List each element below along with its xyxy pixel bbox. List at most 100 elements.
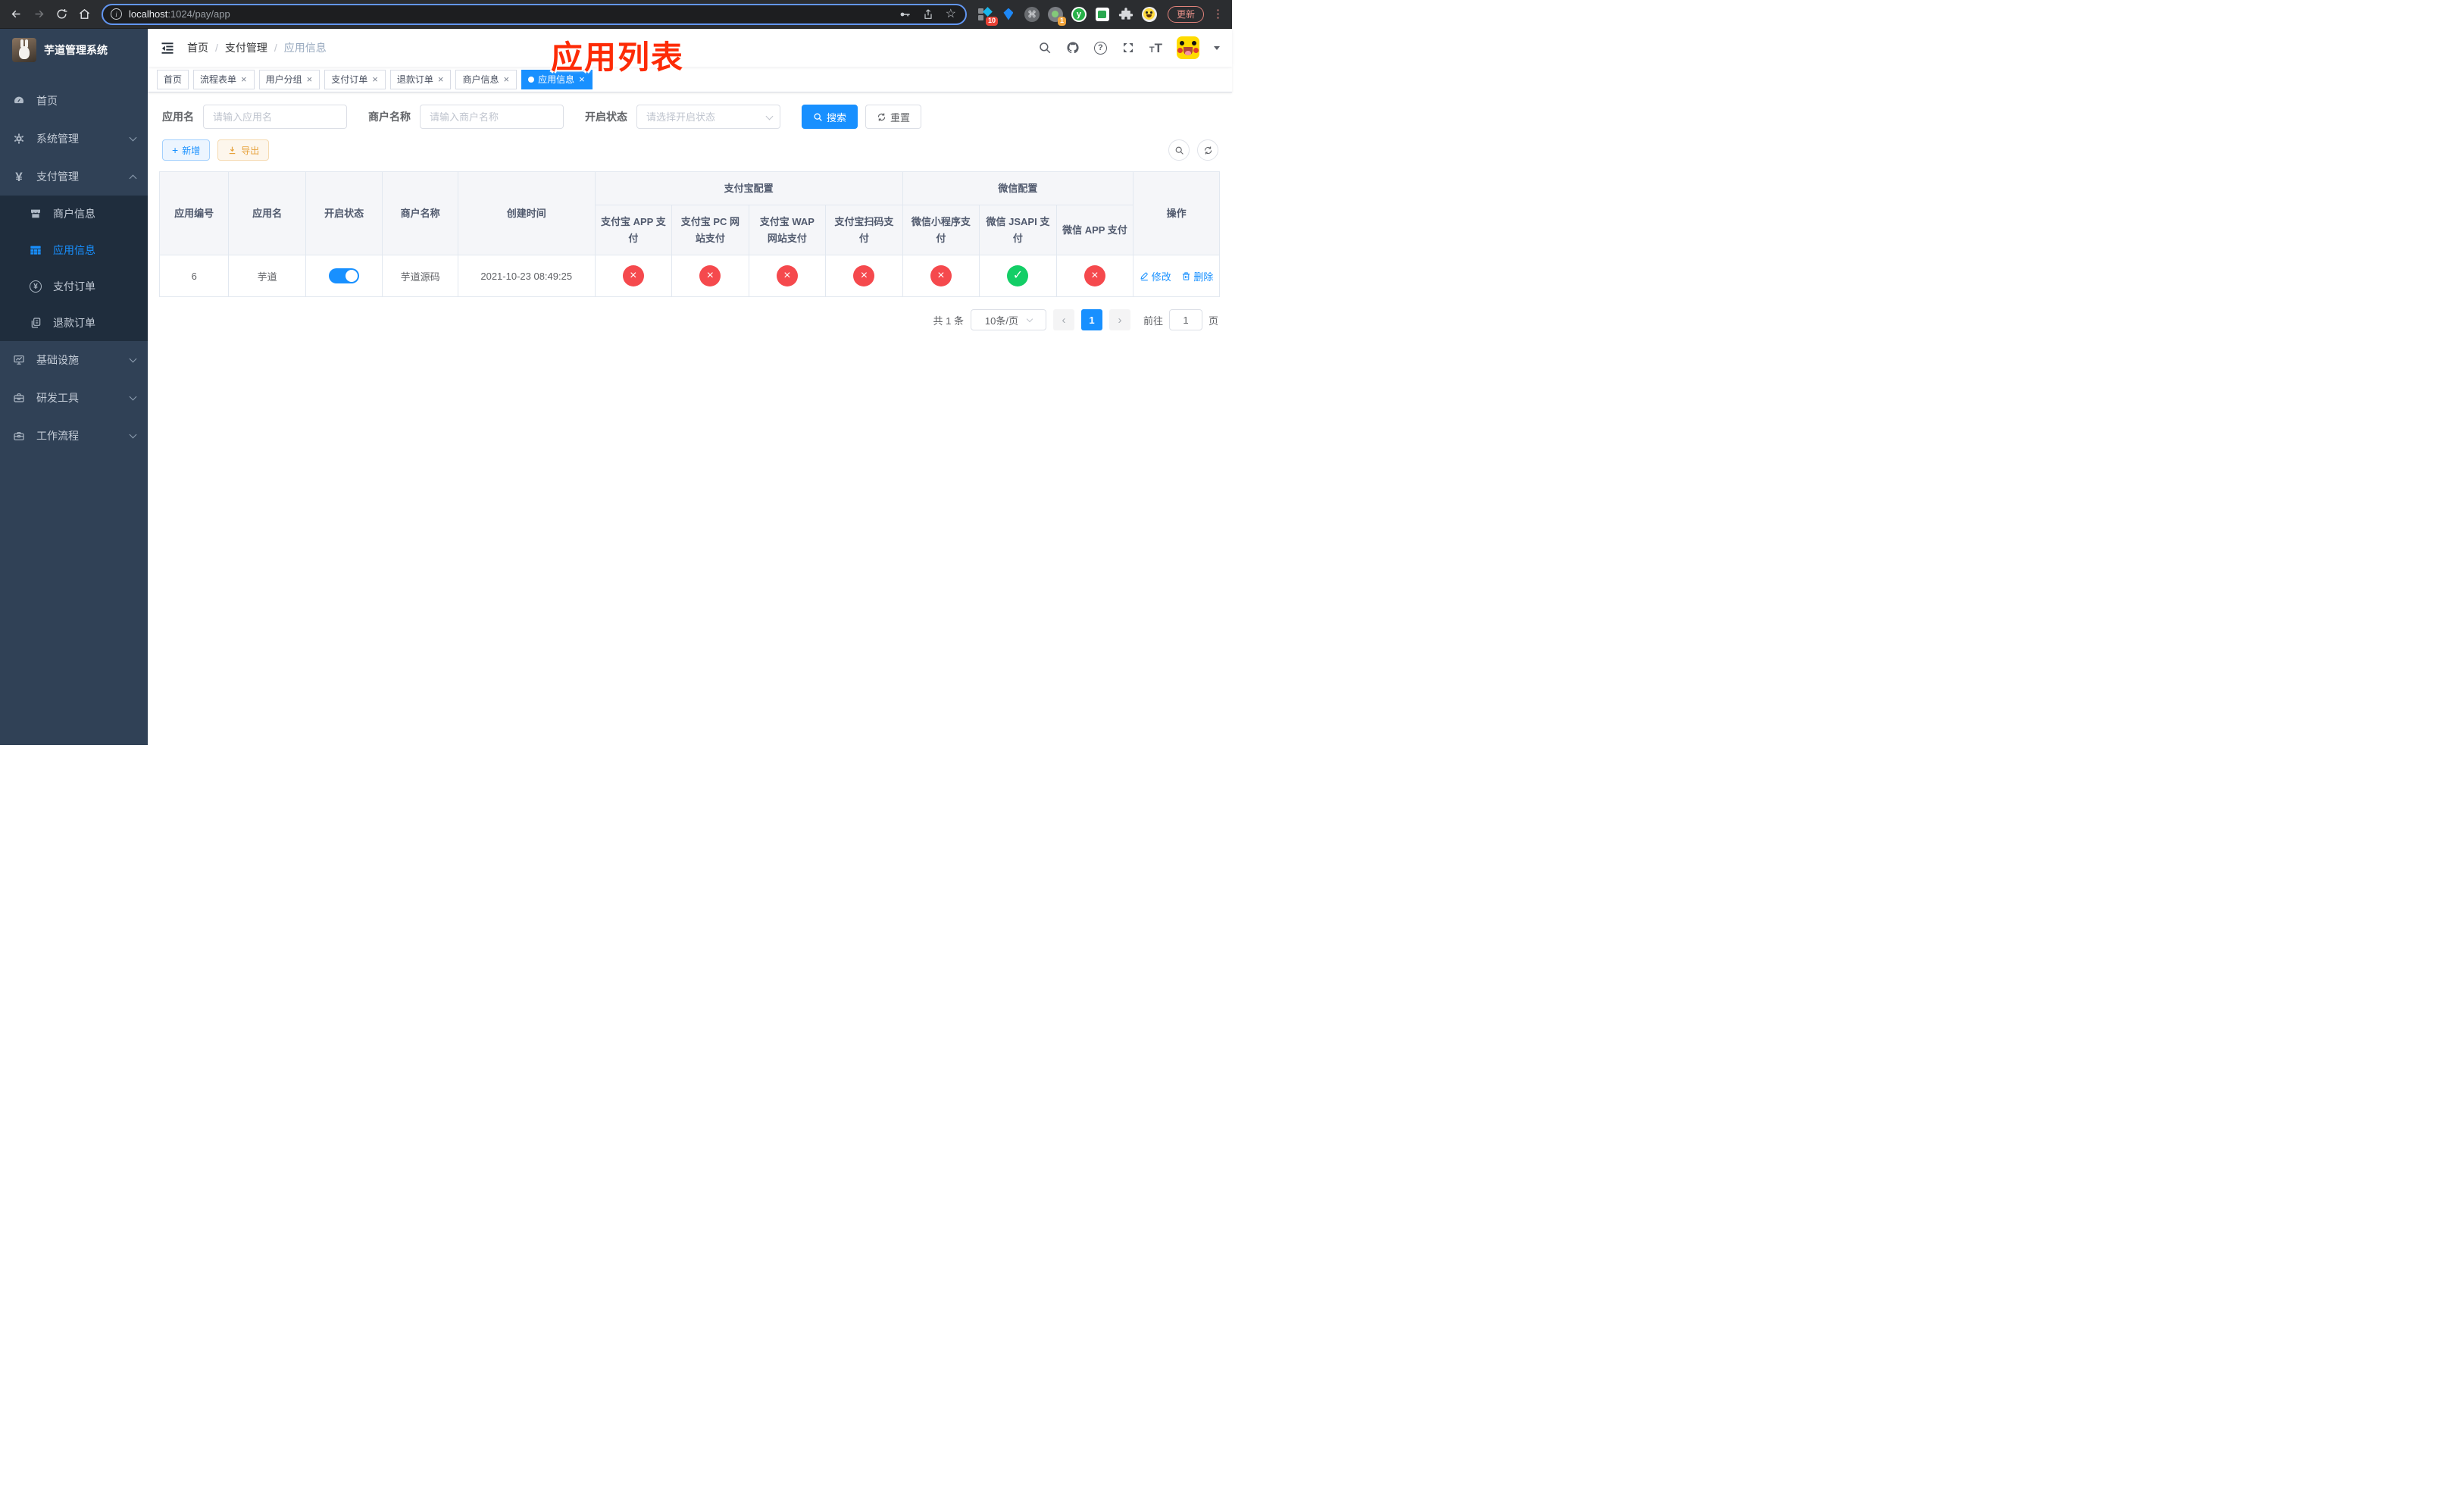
browser-home-button[interactable] bbox=[73, 3, 95, 26]
app-name-input[interactable] bbox=[203, 105, 347, 129]
close-icon[interactable]: × bbox=[578, 74, 586, 84]
app-table: 应用编号 应用名 开启状态 商户名称 创建时间 支付宝配置 微信配置 操作 支付… bbox=[158, 171, 1220, 297]
sidebar-item-merchant-info[interactable]: 商户信息 bbox=[0, 196, 148, 232]
tag-pay-orders[interactable]: 支付订单 × bbox=[324, 69, 386, 89]
dashboard-icon bbox=[12, 94, 26, 108]
export-button[interactable]: 导出 bbox=[217, 139, 270, 161]
col-status: 开启状态 bbox=[305, 171, 383, 255]
enabled-toggle[interactable] bbox=[329, 268, 360, 283]
page-1-button[interactable]: 1 bbox=[1080, 309, 1102, 330]
avatar-caret-icon[interactable] bbox=[1214, 45, 1220, 50]
col-alipay-app: 支付宝 APP 支付 bbox=[594, 205, 673, 255]
next-page-button[interactable]: › bbox=[1108, 309, 1130, 330]
tag-refund-orders[interactable]: 退款订单 × bbox=[389, 69, 452, 89]
header-search-icon[interactable] bbox=[1038, 41, 1052, 55]
search-button[interactable]: 搜索 bbox=[802, 105, 858, 129]
browser-back-button[interactable] bbox=[5, 3, 27, 26]
sidebar-item-home[interactable]: 首页 bbox=[0, 82, 148, 120]
search-icon bbox=[814, 113, 822, 121]
sidebar-logo[interactable]: 芋道管理系统 bbox=[0, 29, 148, 71]
sidebar-item-payment[interactable]: ¥ 支付管理 bbox=[0, 158, 148, 196]
monitor-chart-icon bbox=[12, 353, 26, 367]
url-text[interactable]: localhost:1024/pay/app bbox=[129, 8, 899, 20]
extensions-puzzle-icon[interactable] bbox=[1118, 7, 1134, 22]
page-suffix: 页 bbox=[1208, 315, 1218, 327]
tag-process-form[interactable]: 流程表单 × bbox=[193, 69, 255, 89]
sidebar-item-app-info[interactable]: 应用信息 bbox=[0, 232, 148, 268]
refresh-icon bbox=[1204, 146, 1212, 154]
breadcrumb-current: 应用信息 bbox=[283, 42, 327, 54]
col-wx-app: 微信 APP 支付 bbox=[1055, 205, 1134, 255]
browser-profile-avatar[interactable] bbox=[1141, 6, 1157, 22]
chevron-down-icon bbox=[1026, 315, 1033, 322]
reload-icon bbox=[56, 8, 67, 19]
close-icon[interactable]: × bbox=[371, 74, 379, 84]
tag-home[interactable]: 首页 bbox=[157, 69, 189, 89]
reset-button[interactable]: 重置 bbox=[865, 105, 922, 129]
chrome-update-button[interactable]: 更新 bbox=[1167, 5, 1204, 23]
fullscreen-icon[interactable] bbox=[1121, 41, 1135, 55]
browser-menu-icon[interactable]: ⋮ bbox=[1212, 8, 1224, 20]
share-icon[interactable] bbox=[922, 8, 934, 20]
payment-submenu: 商户信息 应用信息 ¥ 支付订单 退款订单 bbox=[0, 196, 148, 341]
cell-app-name: 芋道 bbox=[228, 255, 306, 297]
close-icon[interactable]: × bbox=[240, 74, 248, 84]
yen-icon: ¥ bbox=[15, 169, 23, 184]
sidebar-item-refund-orders[interactable]: 退款订单 bbox=[0, 305, 148, 341]
sidebar-item-dev-tools[interactable]: 研发工具 bbox=[0, 379, 148, 417]
yen-circle-icon: ¥ bbox=[29, 280, 42, 293]
tag-user-group[interactable]: 用户分组 × bbox=[258, 69, 321, 89]
sidebar-item-infra[interactable]: 基础设施 bbox=[0, 341, 148, 379]
prev-page-button[interactable]: ‹ bbox=[1052, 309, 1074, 330]
group-alipay-config: 支付宝配置 bbox=[594, 171, 903, 205]
edit-link[interactable]: 修改 bbox=[1140, 269, 1171, 283]
browser-reload-button[interactable] bbox=[50, 3, 73, 26]
close-icon[interactable]: × bbox=[502, 74, 510, 84]
sidebar-item-pay-orders[interactable]: ¥ 支付订单 bbox=[0, 268, 148, 305]
emoji-face-icon bbox=[1141, 6, 1157, 22]
github-icon[interactable] bbox=[1066, 41, 1080, 55]
col-alipay-pc: 支付宝 PC 网站支付 bbox=[671, 205, 749, 255]
add-button[interactable]: + 新增 bbox=[162, 139, 211, 161]
close-icon[interactable]: × bbox=[437, 74, 445, 84]
toggle-search-button[interactable] bbox=[1168, 139, 1190, 161]
help-icon[interactable]: ? bbox=[1093, 41, 1107, 55]
sidebar-item-system[interactable]: 系统管理 bbox=[0, 120, 148, 158]
goto-label: 前往 bbox=[1143, 315, 1163, 327]
status-alipay-qr-icon: × bbox=[853, 265, 875, 286]
extension-tampermonkey-icon[interactable]: 10 bbox=[977, 6, 998, 26]
delete-link[interactable]: 删除 bbox=[1181, 269, 1213, 283]
goto-page-input[interactable] bbox=[1168, 309, 1202, 330]
tag-app-info[interactable]: 应用信息 × bbox=[521, 69, 593, 89]
sidebar-fold-icon[interactable] bbox=[160, 40, 175, 55]
user-avatar[interactable] bbox=[1177, 36, 1199, 59]
address-bar[interactable]: i localhost:1024/pay/app ☆ bbox=[102, 3, 967, 25]
breadcrumb-payment[interactable]: 支付管理 bbox=[225, 40, 267, 55]
url-host: localhost bbox=[129, 8, 168, 20]
extension-recorder-icon[interactable]: 1 bbox=[1047, 6, 1066, 26]
chevron-down-icon bbox=[129, 393, 137, 400]
extension-gem-icon[interactable] bbox=[1001, 7, 1016, 22]
extension-y-icon[interactable]: y bbox=[1071, 6, 1087, 22]
sidebar-item-workflow[interactable]: 工作流程 bbox=[0, 417, 148, 455]
refresh-table-button[interactable] bbox=[1197, 139, 1218, 161]
font-size-icon[interactable]: TT bbox=[1149, 42, 1162, 55]
tag-merchant-info[interactable]: 商户信息 × bbox=[455, 69, 518, 89]
status-wx-jsapi-icon: ✓ bbox=[1007, 265, 1029, 286]
site-info-icon[interactable]: i bbox=[111, 8, 122, 20]
breadcrumb-home[interactable]: 首页 bbox=[187, 40, 208, 55]
page-size-select[interactable]: 10条/页 bbox=[970, 309, 1046, 330]
status-select[interactable] bbox=[636, 105, 780, 129]
download-icon bbox=[229, 146, 236, 154]
extension-chat-icon[interactable] bbox=[1095, 7, 1110, 22]
status-alipay-app-icon: × bbox=[622, 265, 644, 286]
table-toolbar: + 新增 导出 bbox=[162, 139, 1220, 161]
bookmark-star-icon[interactable]: ☆ bbox=[946, 8, 956, 20]
merchant-name-input[interactable] bbox=[420, 105, 564, 129]
extension-command-icon[interactable]: ⌘ bbox=[1024, 6, 1040, 22]
chevron-down-icon bbox=[129, 430, 137, 438]
status-alipay-pc-icon: × bbox=[699, 265, 721, 286]
close-icon[interactable]: × bbox=[306, 74, 314, 84]
browser-forward-button[interactable] bbox=[27, 3, 50, 26]
password-key-icon[interactable] bbox=[899, 8, 911, 20]
